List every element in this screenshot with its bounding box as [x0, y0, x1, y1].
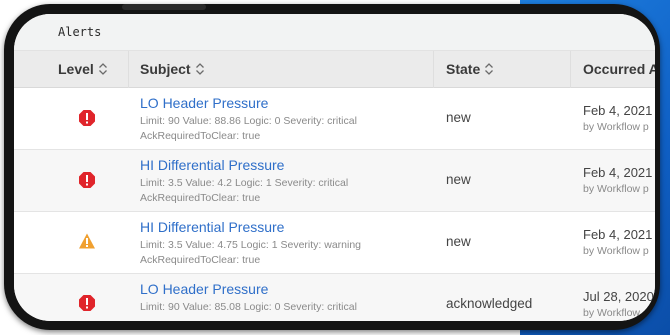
device-notch: [122, 4, 206, 10]
alert-detail-ack: AckRequiredToClear: true: [140, 192, 261, 204]
alert-subject-link[interactable]: HI Differential Pressure: [140, 219, 284, 235]
table-row[interactable]: HI Differential Pressure Limit: 3.5 Valu…: [14, 212, 655, 274]
column-header-occurred-at-label: Occurred At: [583, 61, 655, 77]
sort-icon: [98, 63, 107, 75]
alert-detail: Limit: 90 Value: 85.08 Logic: 0 Severity…: [140, 301, 357, 313]
sort-icon: [195, 63, 204, 75]
alert-subject-link[interactable]: LO Header Pressure: [140, 281, 268, 297]
column-header-occurred-at[interactable]: Occurred At: [583, 61, 655, 77]
panel-title: Alerts: [58, 25, 102, 39]
warning-alert-icon: [79, 233, 95, 249]
column-header-state[interactable]: State: [446, 61, 494, 77]
alert-occurred-date: Feb 4, 2021: [583, 103, 653, 118]
alert-detail: Limit: 3.5 Value: 4.75 Logic: 1 Severity…: [140, 239, 362, 251]
alert-detail-ack: AckRequiredToClear: true: [140, 254, 261, 266]
critical-alert-icon: [79, 172, 95, 188]
alert-occurred-date: Jul 28, 2020: [583, 289, 654, 304]
column-header-level-label: Level: [58, 61, 94, 77]
column-header-subject-label: Subject: [140, 61, 191, 77]
alert-detail: Limit: 90 Value: 88.86 Logic: 0 Severity…: [140, 115, 357, 127]
alert-occurred-by: by Workflow: [583, 307, 640, 319]
column-header-state-label: State: [446, 61, 481, 77]
alert-occurred-date: Feb 4, 2021: [583, 165, 653, 180]
critical-alert-icon: [79, 110, 95, 126]
table-row[interactable]: LO Header Pressure Limit: 90 Value: 88.8…: [14, 88, 655, 150]
column-header-level[interactable]: Level: [58, 61, 108, 77]
alert-subject-link[interactable]: HI Differential Pressure: [140, 157, 284, 173]
sort-icon: [485, 63, 494, 75]
column-header-subject[interactable]: Subject: [140, 61, 205, 77]
alert-occurred-date: Feb 4, 2021: [583, 227, 653, 242]
alert-occurred-by: by Workflow p: [583, 245, 649, 257]
alert-detail-ack: AckRequiredToClear: true: [140, 130, 261, 142]
alert-detail: Limit: 3.5 Value: 4.2 Logic: 1 Severity:…: [140, 177, 349, 189]
table-row[interactable]: HI Differential Pressure Limit: 3.5 Valu…: [14, 150, 655, 212]
alert-state: new: [446, 110, 471, 125]
alert-state: new: [446, 234, 471, 249]
alert-subject-link[interactable]: LO Header Pressure: [140, 95, 268, 111]
panel-title-bar: Alerts: [14, 14, 655, 51]
table-row[interactable]: LO Header Pressure Limit: 90 Value: 85.0…: [14, 274, 655, 321]
table-header: [14, 51, 655, 88]
critical-alert-icon: [79, 295, 95, 311]
alert-occurred-by: by Workflow p: [583, 183, 649, 195]
alert-occurred-by: by Workflow p: [583, 121, 649, 133]
alerts-panel: Alerts Level Subject State Occurred At: [14, 14, 655, 321]
alert-state: new: [446, 172, 471, 187]
alert-state: acknowledged: [446, 296, 533, 311]
